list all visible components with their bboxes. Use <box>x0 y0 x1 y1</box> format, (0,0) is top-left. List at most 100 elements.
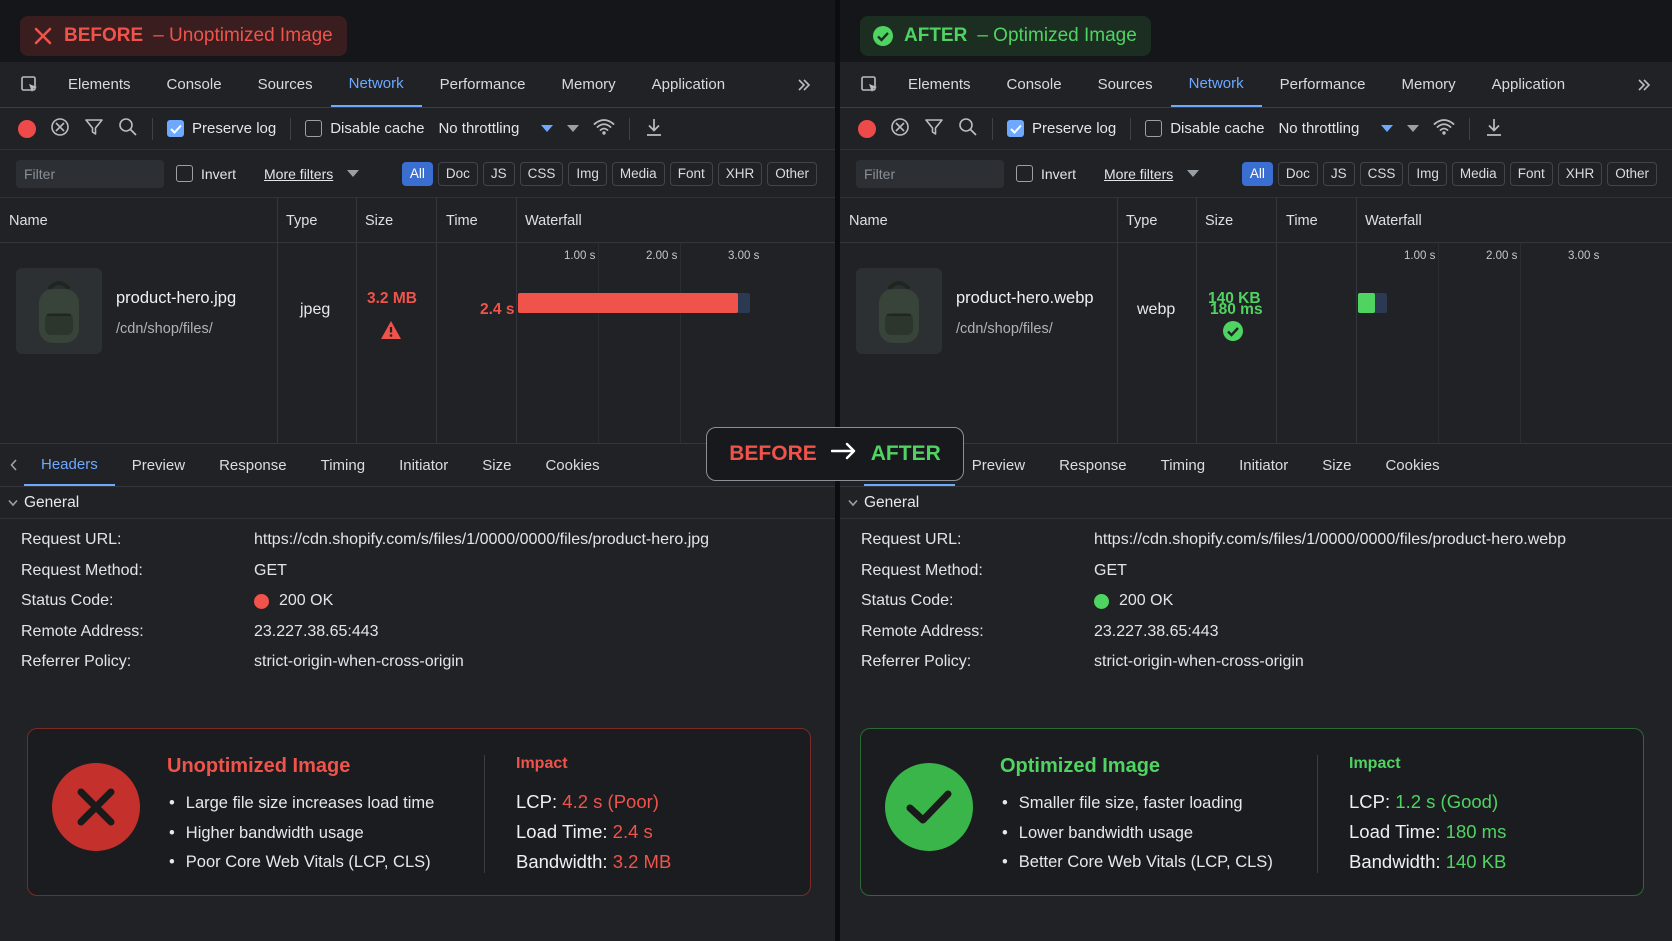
filter-chip-img[interactable]: Img <box>568 161 607 186</box>
detail-tab-preview[interactable]: Preview <box>115 444 202 486</box>
search-icon[interactable] <box>118 117 138 141</box>
remote-address-row: Remote Address: 23.227.38.65:443 <box>21 617 835 648</box>
chevron-down-icon <box>1381 125 1394 132</box>
column-name[interactable]: Name <box>9 213 48 229</box>
invert-checkbox[interactable]: Invert <box>1016 165 1076 182</box>
clear-icon[interactable] <box>890 117 910 141</box>
column-time[interactable]: Time <box>446 213 478 229</box>
column-type[interactable]: Type <box>1126 213 1157 229</box>
network-conditions-chevron-icon[interactable] <box>567 125 580 132</box>
impact-heading: Impact <box>1349 755 1401 772</box>
detail-tab-headers[interactable]: Headers <box>24 444 115 486</box>
tab-sources[interactable]: Sources <box>240 62 331 107</box>
request-method-row: Request Method: GET <box>21 556 835 587</box>
search-icon[interactable] <box>958 117 978 141</box>
record-icon[interactable] <box>18 119 36 138</box>
filter-chip-media[interactable]: Media <box>1451 161 1505 186</box>
filter-chip-xhr[interactable]: XHR <box>1557 161 1603 186</box>
detail-tab-size[interactable]: Size <box>465 444 528 486</box>
request-file-name[interactable]: product-hero.jpg <box>116 289 236 308</box>
filter-chip-font[interactable]: Font <box>1509 161 1553 186</box>
filter-chip-media[interactable]: Media <box>611 161 665 186</box>
column-name[interactable]: Name <box>849 213 888 229</box>
general-section-header[interactable]: General <box>840 487 1672 519</box>
disable-cache-checkbox[interactable]: Disable cache <box>305 120 424 137</box>
disable-cache-checkbox[interactable]: Disable cache <box>1145 120 1264 137</box>
download-icon[interactable] <box>644 117 664 141</box>
column-size[interactable]: Size <box>1205 213 1233 229</box>
filter-chip-img[interactable]: Img <box>1408 161 1447 186</box>
detail-tab-initiator[interactable]: Initiator <box>1222 444 1305 486</box>
filter-chip-all[interactable]: All <box>1241 161 1273 186</box>
inspect-element-icon[interactable] <box>10 62 50 107</box>
filter-chip-xhr[interactable]: XHR <box>717 161 763 186</box>
tab-console[interactable]: Console <box>989 62 1080 107</box>
detail-tab-cookies[interactable]: Cookies <box>528 444 616 486</box>
column-waterfall[interactable]: Waterfall <box>1365 213 1422 229</box>
throttling-select[interactable]: No throttling <box>438 120 554 137</box>
tab-elements[interactable]: Elements <box>890 62 989 107</box>
filter-input[interactable]: Filter <box>16 159 164 188</box>
detail-tab-response[interactable]: Response <box>202 444 304 486</box>
more-tabs-icon[interactable] <box>1613 62 1672 107</box>
filter-chip-css[interactable]: CSS <box>1359 161 1404 186</box>
clear-icon[interactable] <box>50 117 70 141</box>
network-conditions-chevron-icon[interactable] <box>1407 125 1420 132</box>
request-file-name[interactable]: product-hero.webp <box>956 289 1094 308</box>
filter-chip-js[interactable]: JS <box>482 161 515 186</box>
chevron-down-icon <box>848 494 858 512</box>
detail-tab-initiator[interactable]: Initiator <box>382 444 465 486</box>
column-type[interactable]: Type <box>286 213 317 229</box>
detail-tab-timing[interactable]: Timing <box>1144 444 1222 486</box>
detail-tab-cookies[interactable]: Cookies <box>1368 444 1456 486</box>
filter-chip-other[interactable]: Other <box>1607 161 1657 186</box>
wifi-icon[interactable] <box>1433 118 1455 140</box>
chevron-down-icon <box>541 125 554 132</box>
record-icon[interactable] <box>858 119 876 138</box>
filter-chip-js[interactable]: JS <box>1322 161 1355 186</box>
more-filters-dropdown[interactable]: More filters <box>264 166 360 182</box>
tab-performance[interactable]: Performance <box>1262 62 1384 107</box>
column-time[interactable]: Time <box>1286 213 1318 229</box>
filter-input[interactable]: Filter <box>856 159 1004 188</box>
download-icon[interactable] <box>1484 117 1504 141</box>
request-url-value[interactable]: https://cdn.shopify.com/s/files/1/0000/0… <box>254 525 709 556</box>
tab-memory[interactable]: Memory <box>1384 62 1474 107</box>
chevron-left-icon[interactable] <box>4 444 24 486</box>
throttling-select[interactable]: No throttling <box>1278 120 1394 137</box>
tab-application[interactable]: Application <box>634 62 743 107</box>
preserve-log-checkbox[interactable]: Preserve log <box>1007 120 1116 137</box>
tab-network[interactable]: Network <box>1170 62 1262 107</box>
filter-chip-doc[interactable]: Doc <box>1277 161 1318 186</box>
filter-icon[interactable] <box>84 117 104 141</box>
tab-network[interactable]: Network <box>330 62 422 107</box>
request-url-value[interactable]: https://cdn.shopify.com/s/files/1/0000/0… <box>1094 525 1566 556</box>
general-section-header[interactable]: General <box>0 487 835 519</box>
lcp-metric: LCP: 1.2 s (Good) <box>1349 787 1506 817</box>
tab-console[interactable]: Console <box>149 62 240 107</box>
filter-chip-css[interactable]: CSS <box>519 161 564 186</box>
preserve-log-checkbox[interactable]: Preserve log <box>167 120 276 137</box>
tab-application[interactable]: Application <box>1474 62 1583 107</box>
tab-performance[interactable]: Performance <box>422 62 544 107</box>
tab-elements[interactable]: Elements <box>50 62 149 107</box>
filter-icon[interactable] <box>924 117 944 141</box>
tab-sources[interactable]: Sources <box>1080 62 1171 107</box>
more-tabs-icon[interactable] <box>773 62 835 107</box>
more-filters-dropdown[interactable]: More filters <box>1104 166 1200 182</box>
detail-tab-response[interactable]: Response <box>1042 444 1144 486</box>
detail-tab-preview[interactable]: Preview <box>955 444 1042 486</box>
tab-memory[interactable]: Memory <box>544 62 634 107</box>
column-size[interactable]: Size <box>365 213 393 229</box>
detail-tab-size[interactable]: Size <box>1305 444 1368 486</box>
filter-chip-font[interactable]: Font <box>669 161 713 186</box>
inspect-element-icon[interactable] <box>850 62 890 107</box>
filter-chip-doc[interactable]: Doc <box>437 161 478 186</box>
column-waterfall[interactable]: Waterfall <box>525 213 582 229</box>
invert-checkbox[interactable]: Invert <box>176 165 236 182</box>
wifi-icon[interactable] <box>593 118 615 140</box>
filter-chip-other[interactable]: Other <box>767 161 817 186</box>
remote-address-value: 23.227.38.65:443 <box>1094 622 1219 640</box>
detail-tab-timing[interactable]: Timing <box>304 444 382 486</box>
filter-chip-all[interactable]: All <box>401 161 433 186</box>
